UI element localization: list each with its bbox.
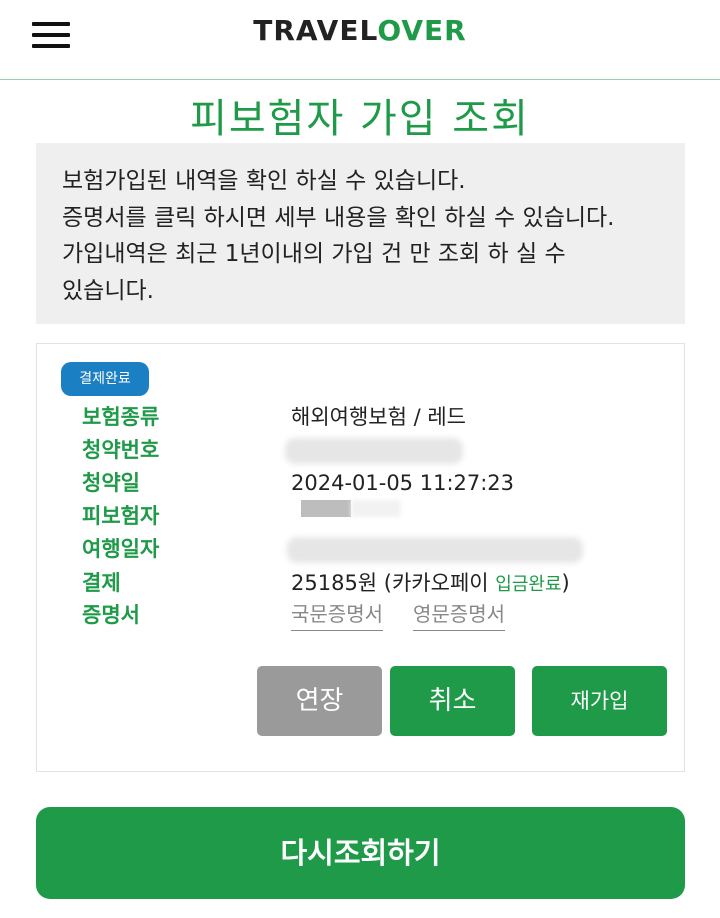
notice-box: 보험가입된 내역을 확인 하실 수 있습니다. 증명서를 클릭 하시면 세부 내… [36, 143, 685, 324]
row-contract-no: 청약번호 [37, 434, 686, 467]
search-again-button[interactable]: 다시조회하기 [36, 807, 685, 899]
header: TRAVELOVER [0, 0, 720, 80]
label-insured: 피보험자 [82, 504, 160, 528]
payment-amount: 25185원 (카카오페이 [291, 571, 496, 595]
row-certificate: 증명서 국문증명서 영문증명서 [37, 599, 686, 632]
redacted-contract-no [285, 438, 463, 464]
insurance-record-card: 결제완료 보험종류 해외여행보험 / 레드 청약번호 청약일 2024-01-0… [36, 343, 685, 772]
notice-line: 증명서를 클릭 하시면 세부 내용을 확인 하실 수 있습니다. [62, 204, 615, 231]
notice-line: 있습니다. [62, 277, 154, 304]
notice-line: 보험가입된 내역을 확인 하실 수 있습니다. [62, 168, 466, 194]
label-travel-period: 여행일자 [82, 537, 160, 561]
logo-text-over: OVER [377, 14, 467, 47]
label-certificate: 증명서 [82, 603, 140, 627]
row-payment: 결제 25185원 (카카오페이 입금완료) [37, 567, 686, 600]
rejoin-button[interactable]: 재가입 [532, 666, 667, 736]
redacted-insured-name [301, 500, 351, 517]
english-certificate-link[interactable]: 영문증명서 [413, 599, 505, 631]
page-title: 피보험자 가입 조회 [190, 96, 530, 142]
row-travel-period: 여행일자 [37, 533, 686, 566]
payment-close: ) [561, 571, 570, 595]
value-insurance-type: 해외여행보험 / 레드 [291, 405, 466, 429]
logo-text-travel: TRAVEL [253, 14, 378, 47]
row-insured: 피보험자 [37, 500, 686, 533]
payment-status: 입금완료 [495, 574, 562, 595]
value-contract-date: 2024-01-05 11:27:23 [291, 471, 515, 495]
value-payment: 25185원 (카카오페이 입금완료) [291, 567, 570, 601]
label-payment: 결제 [82, 571, 121, 595]
status-badge: 결제완료 [61, 362, 149, 396]
label-contract-date: 청약일 [82, 471, 140, 495]
label-insurance-type: 보험종류 [82, 405, 160, 429]
label-contract-no: 청약번호 [82, 438, 160, 462]
row-insurance-type: 보험종류 해외여행보험 / 레드 [37, 401, 686, 434]
korean-certificate-link[interactable]: 국문증명서 [291, 599, 383, 631]
redacted-insured-name [351, 500, 401, 517]
extend-button[interactable]: 연장 [257, 666, 382, 736]
redacted-travel-period [287, 537, 583, 563]
logo[interactable]: TRAVELOVER [0, 14, 720, 47]
row-contract-date: 청약일 2024-01-05 11:27:23 [37, 467, 686, 500]
notice-line: 가입내역은 최근 1년이내의 가입 건 만 조회 하 실 수 [62, 241, 566, 267]
cancel-button[interactable]: 취소 [390, 666, 515, 736]
